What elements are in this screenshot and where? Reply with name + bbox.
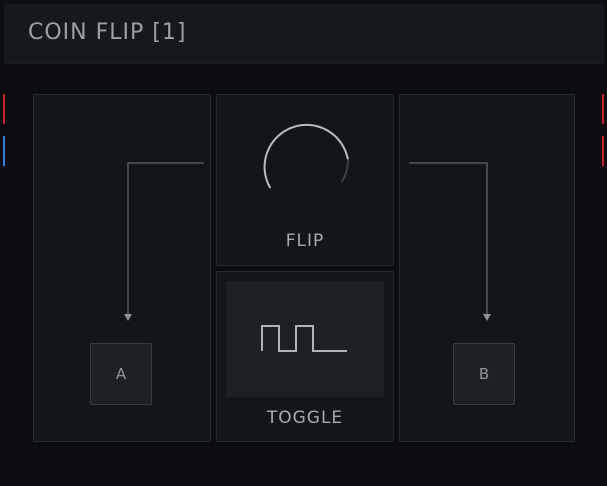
coin-flip-module: COIN FLIP [1] A FLIP TOGGLE B [0, 0, 607, 486]
flip-panel: FLIP [216, 94, 394, 266]
output-b-label: B [478, 365, 490, 383]
toggle-panel: TOGGLE [216, 271, 394, 442]
output-a-label: A [115, 365, 127, 383]
right-port-marker-2[interactable] [602, 136, 604, 166]
output-b-button[interactable]: B [453, 343, 515, 405]
module-title: COIN FLIP [1] [28, 20, 187, 45]
left-port-marker-2[interactable] [3, 136, 5, 166]
toggle-display[interactable] [226, 281, 384, 397]
toggle-label: TOGGLE [266, 408, 344, 428]
module-header: COIN FLIP [1] [4, 4, 604, 64]
output-b-panel: B [399, 94, 575, 442]
knob-arc-icon[interactable] [261, 115, 351, 205]
right-port-marker-1[interactable] [602, 94, 604, 124]
flip-label: FLIP [285, 231, 325, 251]
output-a-button[interactable]: A [90, 343, 152, 405]
square-wave-icon [261, 325, 347, 352]
output-a-panel: A [33, 94, 211, 442]
left-port-marker-1[interactable] [3, 94, 5, 124]
